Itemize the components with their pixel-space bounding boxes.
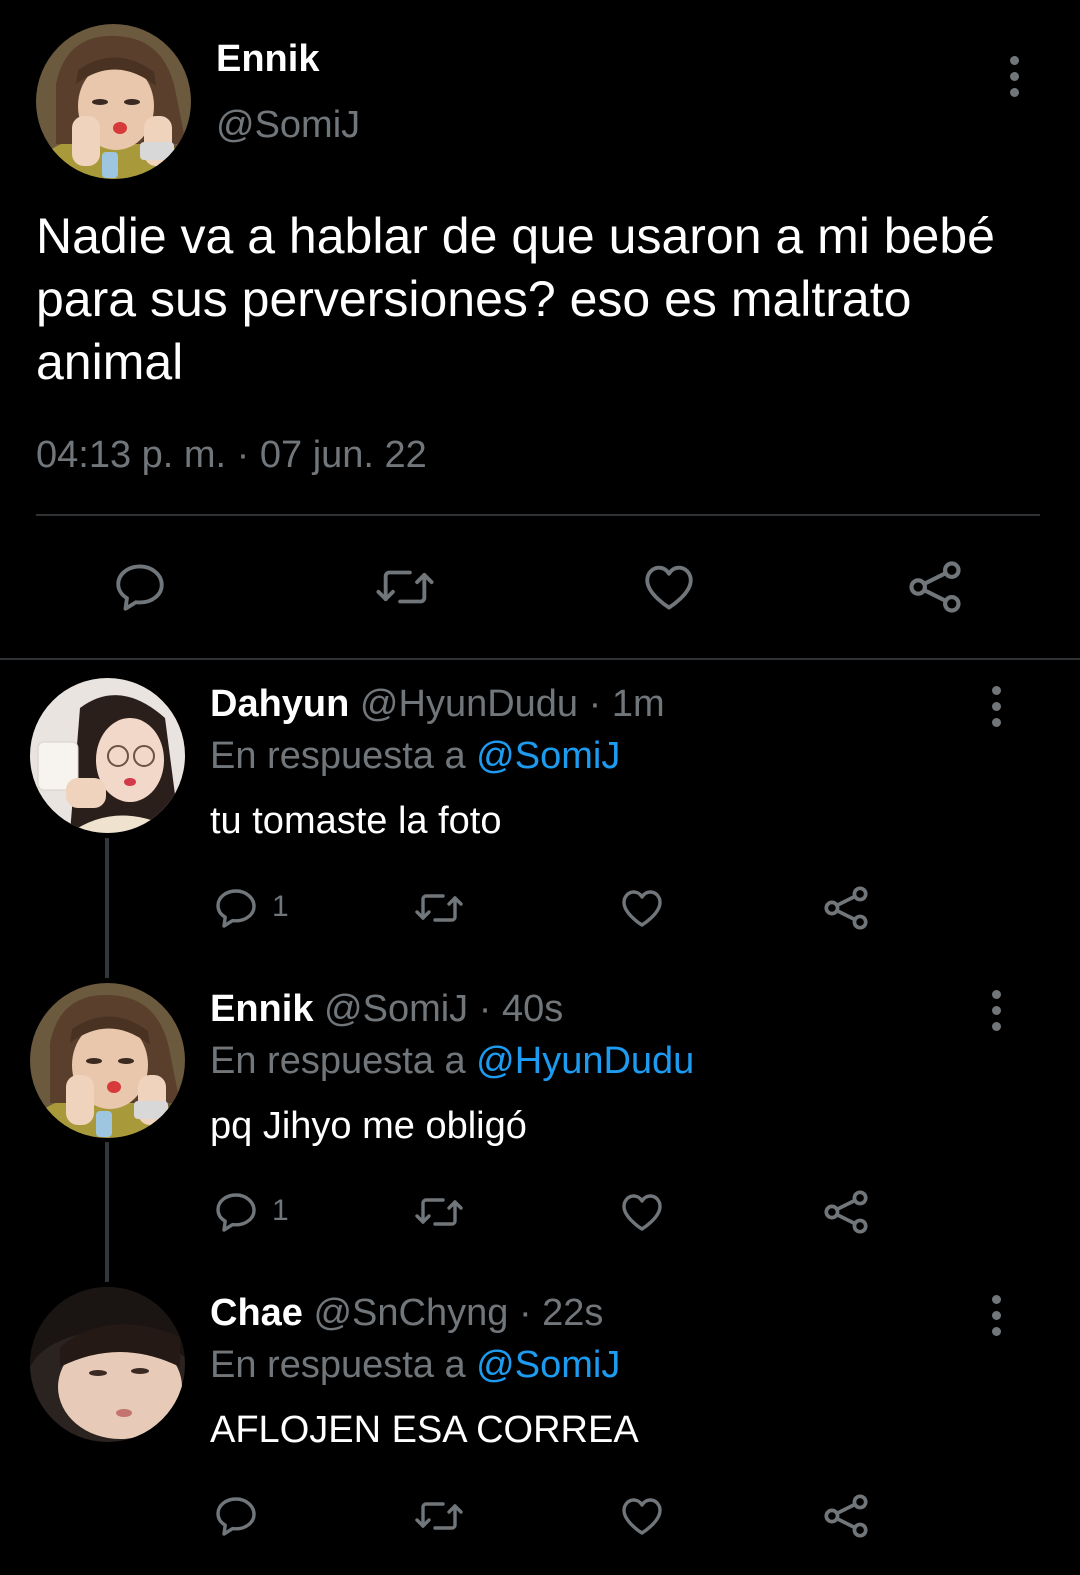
like-icon[interactable] <box>640 558 698 616</box>
like-icon[interactable] <box>618 1492 666 1540</box>
reply-icon[interactable] <box>212 1188 260 1236</box>
author-handle[interactable]: @SnChyng <box>313 1292 508 1334</box>
reply-header: Chae @SnChyng · 22s <box>210 1292 603 1335</box>
reply-header: Dahyun @HyunDudu · 1m <box>210 683 665 726</box>
reply-icon[interactable] <box>111 558 169 616</box>
reply-to-link[interactable]: @SomiJ <box>476 735 620 777</box>
reply-count: 1 <box>272 890 289 923</box>
reply-icon[interactable] <box>212 1492 260 1540</box>
reply-text: AFLOJEN ESA CORREA <box>210 1409 639 1451</box>
reply-context: En respuesta a @HyunDudu <box>210 1040 694 1083</box>
reply-count: 1 <box>272 1194 289 1227</box>
tweet-timestamp: 04:13 p. m. · 07 jun. 22 <box>36 434 427 476</box>
thread-line <box>105 838 109 978</box>
retweet-icon[interactable] <box>412 884 466 932</box>
author-name[interactable]: Dahyun <box>210 683 349 725</box>
reply-prefix: En respuesta a <box>210 735 466 777</box>
reply-time: · 40s <box>478 988 564 1030</box>
reply-time: · 22s <box>518 1292 604 1334</box>
more-icon[interactable] <box>1002 56 1026 100</box>
reply-to-link[interactable]: @HyunDudu <box>476 1040 694 1082</box>
reply-context: En respuesta a @SomiJ <box>210 735 620 778</box>
reply-text: tu tomaste la foto <box>210 800 502 842</box>
more-icon[interactable] <box>984 990 1008 1034</box>
reply-icon[interactable] <box>212 884 260 932</box>
retweet-icon[interactable] <box>412 1188 466 1236</box>
like-icon[interactable] <box>618 884 666 932</box>
avatar[interactable] <box>36 24 191 179</box>
author-name[interactable]: Chae <box>210 1292 303 1334</box>
author-name[interactable]: Ennik <box>210 988 313 1030</box>
reply-context: En respuesta a @SomiJ <box>210 1344 620 1387</box>
share-icon[interactable] <box>820 1186 872 1238</box>
avatar[interactable] <box>30 1287 185 1442</box>
share-icon[interactable] <box>904 556 966 618</box>
reply-time: · 1m <box>588 683 665 725</box>
tweet-text: Nadie va a hablar de que usaron a mi beb… <box>36 208 995 390</box>
retweet-icon[interactable] <box>372 558 438 616</box>
reply-text: pq Jihyo me obligó <box>210 1105 527 1147</box>
author-handle[interactable]: @SomiJ <box>216 104 360 147</box>
avatar[interactable] <box>30 678 185 833</box>
more-icon[interactable] <box>984 686 1008 730</box>
reply-header: Ennik @SomiJ · 40s <box>210 988 563 1031</box>
thread-line <box>105 1142 109 1282</box>
author-handle[interactable]: @HyunDudu <box>360 683 578 725</box>
share-icon[interactable] <box>820 1490 872 1542</box>
reply-to-link[interactable]: @SomiJ <box>476 1344 620 1386</box>
author-name[interactable]: Ennik <box>216 38 319 81</box>
retweet-icon[interactable] <box>412 1492 466 1540</box>
share-icon[interactable] <box>820 882 872 934</box>
reply-prefix: En respuesta a <box>210 1040 466 1082</box>
avatar[interactable] <box>30 983 185 1138</box>
section-divider <box>0 658 1080 660</box>
like-icon[interactable] <box>618 1188 666 1236</box>
reply-prefix: En respuesta a <box>210 1344 466 1386</box>
more-icon[interactable] <box>984 1295 1008 1339</box>
divider <box>36 514 1040 516</box>
author-handle[interactable]: @SomiJ <box>324 988 468 1030</box>
